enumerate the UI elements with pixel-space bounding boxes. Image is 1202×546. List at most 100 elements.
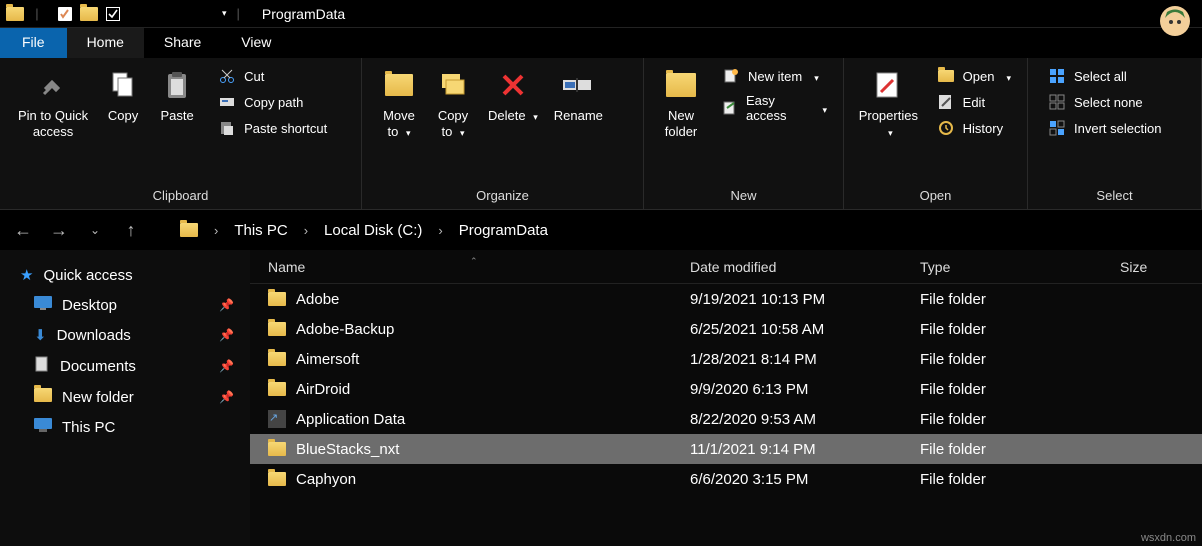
new-folder-icon: [664, 68, 698, 102]
easy-access-button[interactable]: Easy access: [716, 90, 833, 126]
title-bar: | ▾ | ProgramData: [0, 0, 1202, 28]
sidebar-item-downloads[interactable]: ⬇ Downloads 📌: [6, 320, 244, 350]
chevron-right-icon[interactable]: ›: [304, 223, 308, 238]
group-label-new: New: [644, 188, 843, 209]
address-bar: ← → ⌄ ↑ › This PC › Local Disk (C:) › Pr…: [0, 210, 1202, 250]
file-date: 8/22/2020 9:53 AM: [690, 411, 920, 428]
file-row[interactable]: Aimersoft1/28/2021 8:14 PMFile folder: [250, 344, 1202, 374]
copy-button[interactable]: Copy: [96, 64, 150, 128]
ribbon-tabs: File Home Share View: [0, 28, 1202, 58]
delete-button[interactable]: Delete: [480, 64, 546, 128]
pin-icon: [36, 68, 70, 102]
ribbon-group-open: Properties Open Edit History Open: [844, 58, 1028, 209]
file-type: File folder: [920, 381, 1120, 398]
group-label-select: Select: [1028, 188, 1201, 209]
file-row[interactable]: Caphyon6/6/2020 3:15 PMFile folder: [250, 464, 1202, 494]
pin-icon: 📌: [219, 328, 234, 342]
ribbon: Pin to Quick access Copy Paste Cut Copy …: [0, 58, 1202, 210]
documents-icon: [34, 356, 50, 376]
tab-share[interactable]: Share: [144, 28, 221, 58]
rename-button[interactable]: Rename: [546, 64, 611, 128]
select-none-button[interactable]: Select none: [1042, 90, 1167, 114]
tab-file[interactable]: File: [0, 28, 67, 58]
cut-button[interactable]: Cut: [212, 64, 333, 88]
paste-shortcut-button[interactable]: Paste shortcut: [212, 116, 333, 140]
folder-icon: [268, 442, 286, 456]
edit-icon: [937, 93, 955, 111]
sort-indicator-icon: ⌃: [470, 256, 478, 267]
column-headers: ⌃ Name Date modified Type Size: [250, 250, 1202, 284]
folder-icon: [6, 5, 24, 23]
ribbon-group-organize: Move to Copy to Delete Rename Organize: [362, 58, 644, 209]
file-row[interactable]: Adobe9/19/2021 10:13 PMFile folder: [250, 284, 1202, 314]
file-date: 6/25/2021 10:58 AM: [690, 321, 920, 338]
qat-customize-caret[interactable]: ▾: [222, 8, 227, 19]
invert-selection-button[interactable]: Invert selection: [1042, 116, 1167, 140]
nav-forward-button[interactable]: →: [48, 220, 70, 241]
file-date: 1/28/2021 8:14 PM: [690, 351, 920, 368]
qat-checklist-icon[interactable]: [56, 5, 74, 23]
group-label-open: Open: [844, 188, 1027, 209]
copy-icon: [106, 68, 140, 102]
copy-path-button[interactable]: Copy path: [212, 90, 333, 114]
file-row[interactable]: Application Data8/22/2020 9:53 AMFile fo…: [250, 404, 1202, 434]
properties-button[interactable]: Properties: [854, 64, 923, 145]
file-row[interactable]: Adobe-Backup6/25/2021 10:58 AMFile folde…: [250, 314, 1202, 344]
sidebar-item-documents[interactable]: Documents 📌: [6, 350, 244, 382]
paste-button[interactable]: Paste: [150, 64, 204, 128]
sidebar-item-new-folder[interactable]: New folder 📌: [6, 382, 244, 412]
column-header-date[interactable]: Date modified: [690, 259, 920, 275]
file-date: 6/6/2020 3:15 PM: [690, 471, 920, 488]
sidebar-item-desktop[interactable]: Desktop 📌: [6, 290, 244, 320]
nav-recent-caret[interactable]: ⌄: [84, 223, 106, 237]
rename-icon: [561, 68, 595, 102]
breadcrumb-programdata[interactable]: ProgramData: [459, 222, 548, 239]
qat-folder-icon[interactable]: [80, 5, 98, 23]
open-button[interactable]: Open: [931, 64, 1017, 88]
column-header-name[interactable]: ⌃ Name: [250, 259, 690, 275]
pin-to-quick-access-button[interactable]: Pin to Quick access: [10, 64, 96, 145]
nav-back-button[interactable]: ←: [12, 220, 34, 241]
tab-view[interactable]: View: [221, 28, 291, 58]
file-row[interactable]: AirDroid 9/9/2020 6:13 PMFile folder: [250, 374, 1202, 404]
column-header-size[interactable]: Size: [1120, 259, 1202, 275]
breadcrumb-root-icon[interactable]: [180, 223, 198, 237]
file-type: File folder: [920, 351, 1120, 368]
ribbon-group-clipboard: Pin to Quick access Copy Paste Cut Copy …: [0, 58, 362, 209]
file-name: Application Data: [296, 411, 405, 428]
pin-icon: 📌: [219, 390, 234, 404]
group-label-organize: Organize: [362, 188, 643, 209]
sidebar-item-this-pc[interactable]: This PC: [6, 412, 244, 442]
move-to-button[interactable]: Move to: [372, 64, 426, 145]
new-item-button[interactable]: New item: [716, 64, 833, 88]
sidebar-quick-access[interactable]: ★ Quick access: [6, 260, 244, 290]
file-date: 9/9/2020 6:13 PM: [690, 381, 920, 398]
paste-icon: [160, 68, 194, 102]
file-row[interactable]: BlueStacks_nxt11/1/2021 9:14 PMFile fold…: [250, 434, 1202, 464]
pin-icon: 📌: [219, 298, 234, 312]
file-name: AirDroid: [296, 381, 350, 398]
breadcrumb-local-disk[interactable]: Local Disk (C:): [324, 222, 422, 239]
history-button[interactable]: History: [931, 116, 1017, 140]
file-type: File folder: [920, 471, 1120, 488]
qat-checkbox-icon[interactable]: [104, 5, 122, 23]
chevron-right-icon[interactable]: ›: [438, 223, 442, 238]
breadcrumb-this-pc[interactable]: This PC: [234, 222, 287, 239]
divider: |: [28, 5, 46, 23]
nav-up-button[interactable]: ↑: [120, 220, 142, 241]
new-folder-button[interactable]: New folder: [654, 64, 708, 145]
new-item-icon: [722, 67, 740, 85]
sidebar-item-label: Documents: [60, 358, 136, 375]
file-list: ⌃ Name Date modified Type Size Adobe9/19…: [250, 250, 1202, 546]
tab-home[interactable]: Home: [67, 28, 144, 58]
column-header-type[interactable]: Type: [920, 259, 1120, 275]
chevron-right-icon[interactable]: ›: [214, 223, 218, 238]
edit-button[interactable]: Edit: [931, 90, 1017, 114]
select-all-button[interactable]: Select all: [1042, 64, 1167, 88]
folder-icon: [268, 292, 286, 306]
download-icon: ⬇: [34, 326, 47, 344]
easy-access-icon: [722, 99, 738, 117]
copy-to-button[interactable]: Copy to: [426, 64, 480, 145]
shortcut-folder-icon: [268, 410, 286, 428]
file-date: 11/1/2021 9:14 PM: [690, 441, 920, 458]
